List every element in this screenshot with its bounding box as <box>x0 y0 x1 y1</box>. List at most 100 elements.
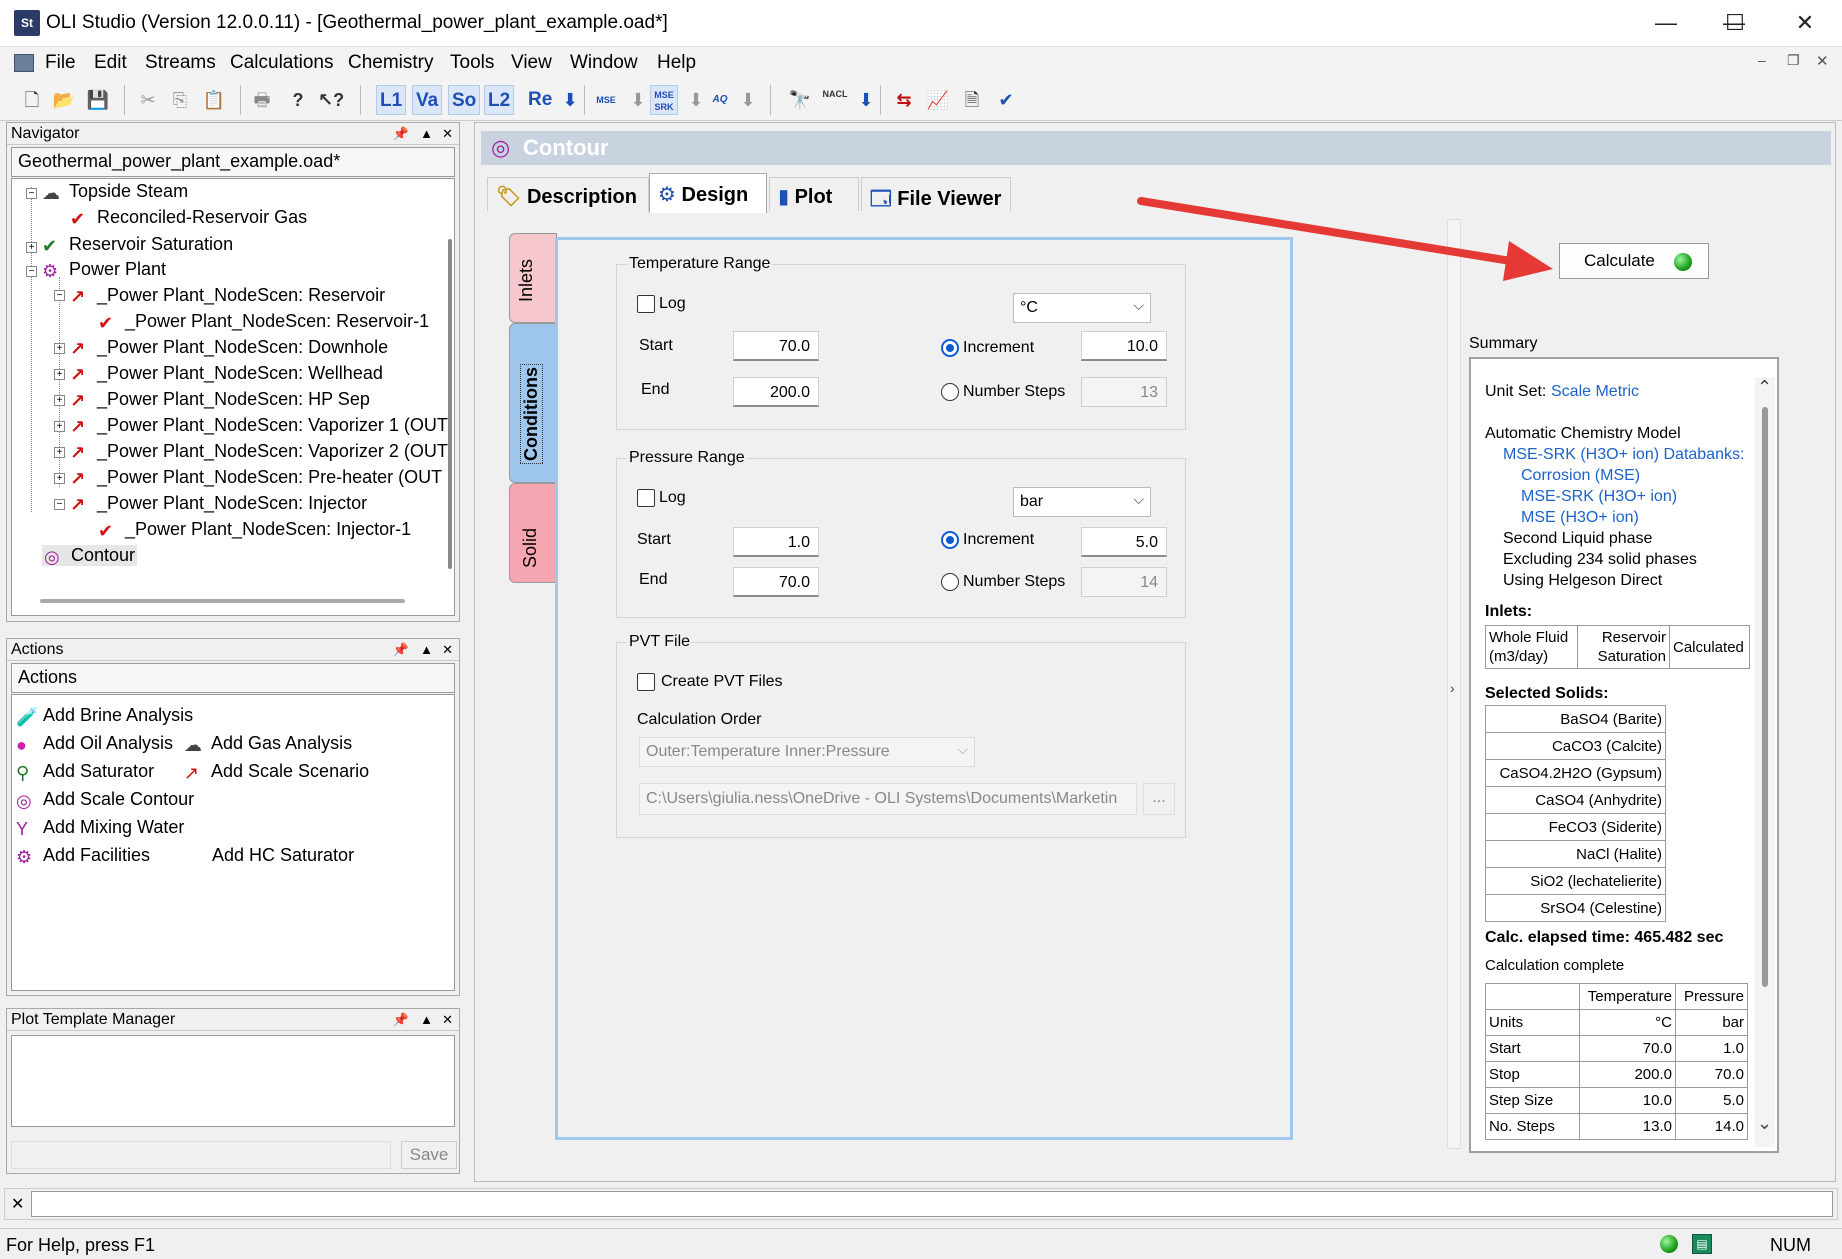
tree-item-reservoir-saturation[interactable]: ✔ Reservoir Saturation <box>42 234 233 256</box>
tree-item-node-injector-1[interactable]: ✔ _Power Plant_NodeScen: Injector-1 <box>98 519 411 541</box>
tree-expander[interactable]: + <box>26 242 37 253</box>
re-download-icon[interactable]: ⬇ <box>558 85 582 115</box>
pin-icon[interactable]: 📌 <box>393 123 409 145</box>
pressure-end-input[interactable]: 70.0 <box>733 567 819 597</box>
side-tab-conditions[interactable]: Conditions <box>509 323 557 483</box>
pressure-increment-radio[interactable] <box>941 531 959 549</box>
menu-file[interactable]: File <box>45 52 76 74</box>
add-scale-contour-action[interactable]: ◎ Add Scale Contour <box>16 789 194 811</box>
save-icon[interactable]: 💾 <box>86 85 110 115</box>
toolbar-aq-button[interactable]: AQ <box>708 85 732 115</box>
toolbar-l2-button[interactable]: L2 <box>484 85 515 115</box>
panel-close-icon[interactable]: ✕ <box>442 1009 453 1031</box>
tree-expander[interactable]: + <box>54 343 65 354</box>
horizontal-scrollbar[interactable] <box>40 599 405 603</box>
panel-collapse-icon[interactable]: ▲ <box>420 639 433 661</box>
scroll-down-icon[interactable]: ⌄ <box>1757 1113 1772 1134</box>
binoculars-icon[interactable]: 🔭 <box>788 85 812 115</box>
panel-collapse-icon[interactable]: ▲ <box>420 1009 433 1031</box>
temperature-end-input[interactable]: 200.0 <box>733 377 819 407</box>
spellcheck-icon[interactable]: ✔ <box>994 85 1018 115</box>
report-icon[interactable]: 🗎 <box>960 85 984 115</box>
tree-item-contour[interactable]: ◎ Contour <box>42 545 138 567</box>
tree-item-node-reservoir-1[interactable]: ✔ _Power Plant_NodeScen: Reservoir-1 <box>98 311 429 333</box>
add-hc-saturator-action[interactable]: Add HC Saturator <box>212 845 354 866</box>
convert-icon[interactable]: ⇆ <box>892 85 916 115</box>
menu-streams[interactable]: Streams <box>145 52 216 74</box>
toolbar-so-button[interactable]: So <box>448 85 481 115</box>
tree-item-node-pre-heater[interactable]: ↗ _Power Plant_NodeScen: Pre-heater (OUT <box>70 467 442 489</box>
msesrk-download-icon[interactable]: ⬇ <box>684 85 708 115</box>
add-scale-scenario-action[interactable]: ↗ Add Scale Scenario <box>184 761 369 783</box>
calculation-order-select[interactable]: Outer:Temperature Inner:Pressure ⌵ <box>639 737 975 767</box>
mdi-minimize-icon[interactable]: ‒ <box>1758 52 1766 68</box>
panel-close-icon[interactable]: ✕ <box>442 639 453 661</box>
pressure-increment-input[interactable]: 5.0 <box>1081 527 1167 557</box>
panel-close-icon[interactable]: ✕ <box>442 123 453 145</box>
splitter[interactable]: › <box>1447 219 1461 1149</box>
menu-chemistry[interactable]: Chemistry <box>348 52 434 74</box>
pressure-steps-input[interactable]: 14 <box>1081 567 1167 597</box>
command-input[interactable] <box>31 1191 1833 1217</box>
temperature-steps-input[interactable]: 13 <box>1081 377 1167 407</box>
mse-download-icon[interactable]: ⬇ <box>626 85 650 115</box>
tree-item-node-reservoir[interactable]: ↗ _Power Plant_NodeScen: Reservoir <box>70 285 385 307</box>
toolbar-l1-button[interactable]: L1 <box>376 85 407 115</box>
open-folder-icon[interactable]: 📂 <box>52 85 76 115</box>
create-pvt-files-checkbox[interactable] <box>637 673 655 691</box>
menu-view[interactable]: View <box>511 52 552 74</box>
summary-scrollbar[interactable]: ⌃ ⌄ <box>1755 377 1775 1147</box>
window-close-button[interactable]: ✕ <box>1785 8 1825 38</box>
mdi-restore-icon[interactable]: ❐ <box>1787 52 1800 69</box>
add-oil-analysis-action[interactable]: ● Add Oil Analysis <box>16 733 173 755</box>
calculate-button[interactable]: Calculate <box>1559 243 1709 279</box>
tree-expander[interactable]: − <box>26 188 37 199</box>
plot-template-list[interactable] <box>11 1035 455 1127</box>
window-maximize-button[interactable]: ☐ <box>1715 8 1755 38</box>
tree-item-node-hp-sep[interactable]: ↗ _Power Plant_NodeScen: HP Sep <box>70 389 370 411</box>
temperature-number-steps-radio[interactable] <box>941 383 959 401</box>
tree-item-node-wellhead[interactable]: ↗ _Power Plant_NodeScen: Wellhead <box>70 363 383 385</box>
pvt-file-path-field[interactable]: C:\Users\giulia.ness\OneDrive - OLI Syst… <box>639 783 1137 815</box>
tree-expander[interactable]: − <box>54 499 65 510</box>
tree-expander[interactable]: + <box>54 421 65 432</box>
add-facilities-action[interactable]: ⚙ Add Facilities <box>16 845 150 867</box>
window-minimize-button[interactable]: — <box>1646 8 1686 38</box>
plot-template-name-field[interactable] <box>11 1141 391 1169</box>
print-icon[interactable]: 🖶 <box>250 85 274 115</box>
chevron-right-icon[interactable]: › <box>1450 680 1455 696</box>
menu-tools[interactable]: Tools <box>450 52 494 74</box>
tree-item-power-plant[interactable]: ⚙ Power Plant <box>42 259 166 281</box>
temperature-increment-input[interactable]: 10.0 <box>1081 331 1167 361</box>
save-button[interactable]: Save <box>401 1141 457 1169</box>
temperature-start-input[interactable]: 70.0 <box>733 331 819 361</box>
toolbar-mse-srk-button[interactable]: MSE SRK <box>650 85 678 115</box>
vertical-scrollbar[interactable] <box>448 239 452 569</box>
context-help-icon[interactable]: ↖? <box>318 85 344 115</box>
tree-expander[interactable]: + <box>54 369 65 380</box>
pressure-log-checkbox[interactable] <box>637 489 655 507</box>
tree-expander[interactable]: − <box>54 290 65 301</box>
tree-expander[interactable]: + <box>54 395 65 406</box>
tree-item-reconciled-reservoir-gas[interactable]: ✔ Reconciled-Reservoir Gas <box>70 207 307 229</box>
pressure-unit-select[interactable]: bar ⌵ <box>1013 487 1151 517</box>
browse-button[interactable]: ... <box>1143 783 1175 815</box>
toolbar-nacl-button[interactable]: NACL <box>822 85 848 115</box>
add-gas-analysis-action[interactable]: ☁ Add Gas Analysis <box>184 733 352 755</box>
chart-icon[interactable]: 📈 <box>926 85 950 115</box>
tree-item-node-downhole[interactable]: ↗ _Power Plant_NodeScen: Downhole <box>70 337 388 359</box>
aq-download-icon[interactable]: ⬇ <box>736 85 760 115</box>
copy-icon[interactable]: ⎘ <box>168 85 192 115</box>
tree-item-node-injector[interactable]: ↗ _Power Plant_NodeScen: Injector <box>70 493 367 515</box>
add-brine-analysis-action[interactable]: 🧪 Add Brine Analysis <box>16 705 193 727</box>
tree-item-topside-steam[interactable]: ☁ Topside Steam <box>42 181 188 203</box>
pin-icon[interactable]: 📌 <box>393 1009 409 1031</box>
pressure-start-input[interactable]: 1.0 <box>733 527 819 557</box>
scrollbar-thumb[interactable] <box>1762 407 1768 987</box>
add-mixing-water-action[interactable]: Y Add Mixing Water <box>16 817 184 839</box>
tree-item-node-vaporizer-2[interactable]: ↗ _Power Plant_NodeScen: Vaporizer 2 (OUT <box>70 441 448 463</box>
cut-icon[interactable]: ✂ <box>136 85 160 115</box>
menu-window[interactable]: Window <box>570 52 638 74</box>
mdi-doc-icon[interactable] <box>14 54 34 72</box>
tree-expander[interactable]: + <box>54 447 65 458</box>
